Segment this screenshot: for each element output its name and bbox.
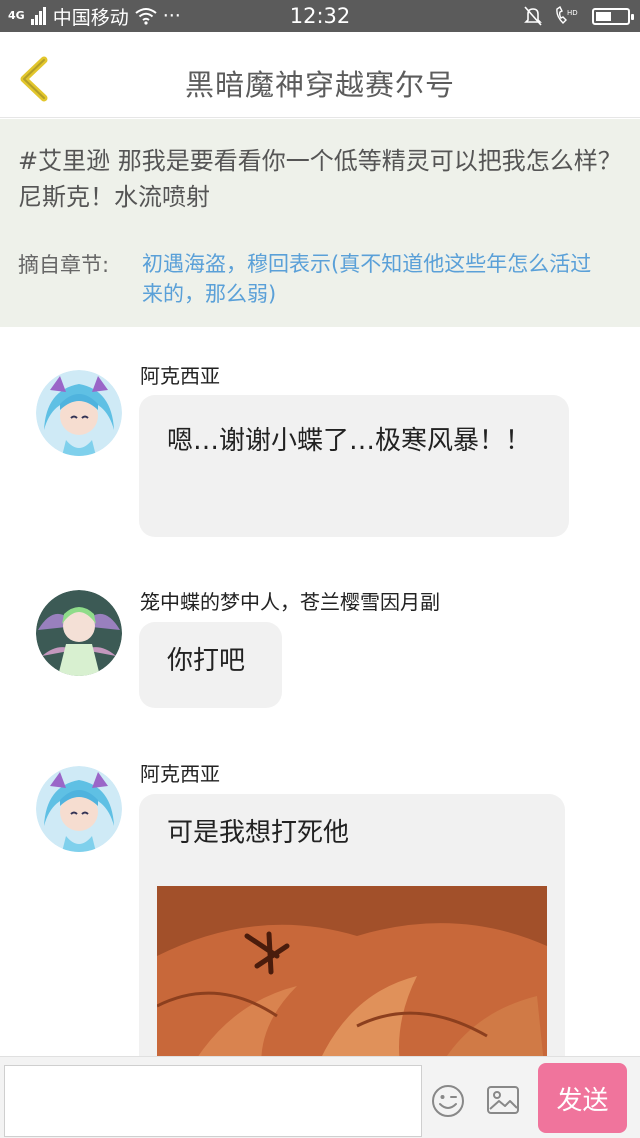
svg-text:HD: HD xyxy=(567,9,578,17)
avatar[interactable] xyxy=(36,766,122,852)
emoji-icon[interactable] xyxy=(430,1083,466,1119)
message-input[interactable] xyxy=(4,1065,422,1137)
header: 黑暗魔神穿越赛尔号 xyxy=(0,32,640,118)
message-text: 嗯…谢谢小蝶了…极寒风暴！！ xyxy=(167,426,532,456)
composer-bar: 发送 xyxy=(0,1056,640,1138)
sender-name: 阿克西亚 xyxy=(140,364,220,388)
message-text: 你打吧 xyxy=(167,646,246,676)
quote-text: #艾里逊 那我是要看看你一个低等精灵可以把我怎么样？尼斯克！水流喷射 xyxy=(18,147,622,211)
avatar[interactable] xyxy=(36,370,122,456)
status-more: ··· xyxy=(162,5,181,27)
avatar[interactable] xyxy=(36,590,122,676)
send-button[interactable]: 发送 xyxy=(538,1063,627,1133)
carrier-name: 中国移动 xyxy=(52,6,129,29)
wifi-icon xyxy=(135,8,157,25)
sender-name: 阿克西亚 xyxy=(140,762,220,786)
sender-name: 笼中蝶的梦中人，苍兰樱雪因月副 xyxy=(140,590,440,614)
message-bubble: 可是我想打死他 xyxy=(139,794,565,1094)
battery-icon xyxy=(592,7,634,25)
message-bubble: 嗯…谢谢小蝶了…极寒风暴！！ xyxy=(139,395,569,537)
page-title: 黑暗魔神穿越赛尔号 xyxy=(184,68,455,102)
signal-icon xyxy=(30,7,46,25)
chat-screen: 4G 中国移动 ··· 12:32 HD 黑暗魔神穿越赛尔号 #艾里逊 那我是要… xyxy=(0,0,640,1138)
message-text: 可是我想打死他 xyxy=(167,818,350,848)
chapter-link[interactable]: 初遇海盗，穆回表示(真不知道他这些年怎么活过来的，那么弱) xyxy=(142,249,612,309)
chapter-label: 摘自章节: xyxy=(18,253,110,277)
quote-panel: #艾里逊 那我是要看看你一个低等精灵可以把我怎么样？尼斯克！水流喷射 摘自章节:… xyxy=(0,119,640,327)
network-type: 4G xyxy=(8,9,25,22)
message-bubble: 你打吧 xyxy=(139,622,282,708)
battery-level xyxy=(596,11,611,21)
image-icon[interactable] xyxy=(486,1085,520,1115)
mute-bell-icon xyxy=(524,6,542,26)
call-hd-icon: HD xyxy=(556,6,578,24)
status-bar: 4G 中国移动 ··· 12:32 HD xyxy=(0,0,640,32)
